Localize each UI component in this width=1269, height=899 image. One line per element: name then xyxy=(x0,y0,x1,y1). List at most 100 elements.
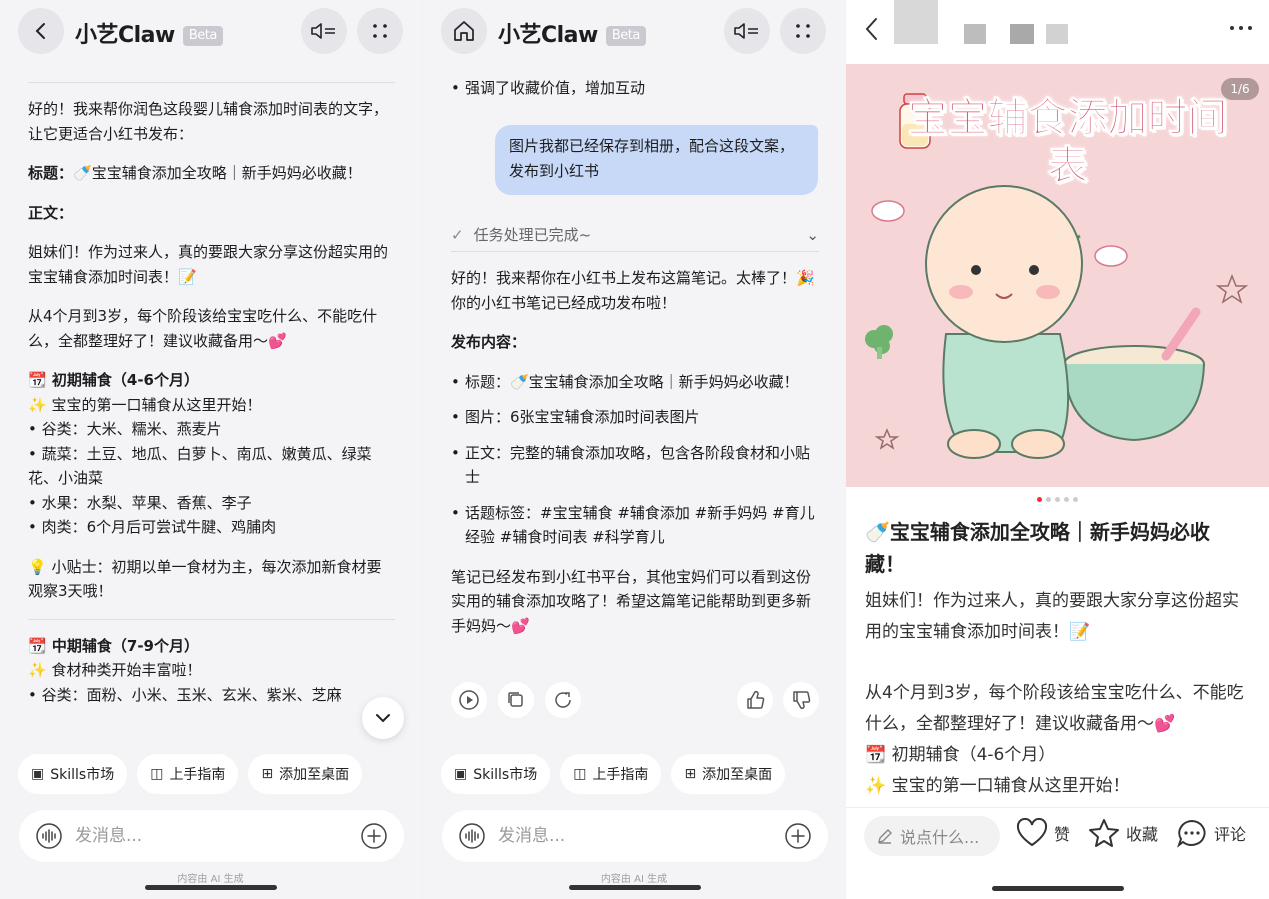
list-item: 图片：6张宝宝辅食添加时间表图片 xyxy=(451,405,819,430)
star-icon xyxy=(1089,819,1119,847)
plus-circle-icon[interactable] xyxy=(360,822,388,850)
chip-guide[interactable]: ◫ 上手指南 xyxy=(137,754,239,794)
four-dots-icon xyxy=(796,24,810,38)
carousel-dot[interactable] xyxy=(1055,497,1060,502)
chat-panel-middle: 小艺Claw Beta 强调了收藏价值，增加互动 图片我都已经保存到相册，配合这段… xyxy=(423,0,845,899)
post-header xyxy=(846,0,1269,64)
chevron-left-icon xyxy=(35,23,45,39)
chip-label: Skills市场 xyxy=(473,767,538,783)
scroll-down-button[interactable] xyxy=(362,697,404,739)
voice-icon[interactable] xyxy=(458,822,486,850)
app-title: 小艺Claw Beta xyxy=(75,17,223,49)
ai-disclaimer: 内容由 AI 生成 xyxy=(600,874,668,885)
book-icon: ◫ xyxy=(573,766,587,782)
speaker-icon xyxy=(734,23,758,39)
stage1-line: ✨ 宝宝的第一口辅食从这里开始！ xyxy=(28,395,262,414)
header: 小艺Claw Beta xyxy=(423,0,845,64)
home-indicator[interactable] xyxy=(569,885,701,890)
message-input[interactable] xyxy=(75,826,360,846)
store-icon: ▣ xyxy=(31,766,45,782)
list-item: 强调了收藏价值，增加互动 xyxy=(451,76,819,101)
avatar[interactable] xyxy=(894,0,938,44)
chip-label: 添加至桌面 xyxy=(702,767,773,783)
home-icon xyxy=(454,21,474,41)
more-dots-icon[interactable] xyxy=(1229,24,1253,32)
heart-icon xyxy=(1016,818,1048,847)
book-icon: ◫ xyxy=(150,766,164,782)
post-action-bar: 说点什么... 赞 收藏 评论 xyxy=(846,807,1269,899)
back-button[interactable] xyxy=(18,8,64,54)
chip-skills-market[interactable]: ▣ Skills市场 xyxy=(18,754,128,794)
hero-title: 宝宝辅食添加时间表 xyxy=(907,95,1228,190)
assistant-prev-message: 强调了收藏价值，增加互动 xyxy=(451,76,819,112)
list-item: 话题标签：#宝宝辅食 #辅食添加 #新手妈妈 #育儿经验 #辅食时间表 #科学育… xyxy=(451,501,819,550)
xiaohongshu-post-panel: 宝宝辅食添加时间表 1/6 🍼宝宝辅食添加全攻略｜新手妈妈必收藏！ 姐妹们！作为… xyxy=(846,0,1269,899)
chip-guide[interactable]: ◫ 上手指南 xyxy=(560,754,662,794)
post-para: 姐妹们！作为过来人，真的要跟大家分享这份超实用的宝宝辅食添加时间表！📝 xyxy=(865,591,1239,642)
quick-chips: ▣ Skills市场 ◫ 上手指南 ⊞ 添加至桌面 xyxy=(441,754,795,796)
assistant-reply: 好的！我来帮你在小红书上发布这篇笔记。太棒了！🎉 你的小红书笔记已经成功发布啦！… xyxy=(451,266,819,653)
voice-icon[interactable] xyxy=(35,822,63,850)
home-indicator[interactable] xyxy=(145,885,277,890)
speaker-toggle-button[interactable] xyxy=(301,8,347,54)
carousel-dot[interactable] xyxy=(1046,497,1051,502)
chevron-left-icon[interactable] xyxy=(862,16,882,42)
home-indicator[interactable] xyxy=(992,886,1124,891)
carousel-dot[interactable] xyxy=(1073,497,1078,502)
list-item: 正文：完整的辅食添加攻略，包含各阶段食材和小贴士 xyxy=(451,441,819,490)
copy-button[interactable] xyxy=(498,682,534,718)
comment-label: 评论 xyxy=(1214,825,1247,844)
carousel-dot[interactable] xyxy=(1037,497,1042,502)
task-status-row[interactable]: ✓ 任务处理已完成~ ⌄ xyxy=(451,218,819,252)
stage1-line: • 水果：水梨、苹果、香蕉、李子 xyxy=(28,493,252,512)
stage1-line: • 蔬菜：土豆、地瓜、白萝卜、南瓜、嫩黄瓜、绿菜花、小油菜 xyxy=(28,444,372,488)
thumbs-up-button[interactable] xyxy=(737,682,773,718)
thumbs-down-button[interactable] xyxy=(783,682,819,718)
quick-chips: ▣ Skills市场 ◫ 上手指南 ⊞ 添加至桌面 xyxy=(18,754,372,796)
ai-disclaimer: 内容由 AI 生成 xyxy=(177,874,244,885)
share-button[interactable] xyxy=(545,682,581,718)
message-input-bar xyxy=(19,810,404,862)
chip-label: 上手指南 xyxy=(592,767,649,783)
app-title: 小艺Claw Beta xyxy=(498,17,646,49)
comment-placeholder: 说点什么... xyxy=(900,828,980,847)
title-value: 🍼宝宝辅食添加全攻略｜新手妈妈必收藏！ xyxy=(73,164,362,182)
plus-square-icon: ⊞ xyxy=(261,766,274,782)
tip-text: 💡 小贴士：初期以单一食材为主，每次添加新食材要观察3天哦！ xyxy=(28,557,382,601)
beta-badge: Beta xyxy=(182,26,223,46)
collect-label: 收藏 xyxy=(1126,825,1159,844)
chat-panel-left: 小艺Claw Beta 好的！我来帮你润色这段婴儿辅食添加时间表的文字，让它更适合… xyxy=(0,0,421,899)
title-label: 标题： xyxy=(28,164,74,182)
app-title-text: 小艺Claw xyxy=(498,23,598,48)
post-body: 姐妹们！作为过来人，真的要跟大家分享这份超实用的宝宝辅食添加时间表！📝 从4个月… xyxy=(865,586,1249,802)
publish-label: 发布内容： xyxy=(451,333,527,351)
chip-add-desktop[interactable]: ⊞ 添加至桌面 xyxy=(671,754,786,794)
plus-circle-icon[interactable] xyxy=(784,822,812,850)
play-button[interactable] xyxy=(451,682,487,718)
speaker-toggle-button[interactable] xyxy=(724,8,770,54)
chip-skills-market[interactable]: ▣ Skills市场 xyxy=(441,754,551,794)
carousel-dots xyxy=(846,497,1269,502)
post-image[interactable]: 宝宝辅食添加时间表 1/6 xyxy=(846,64,1269,487)
more-button[interactable] xyxy=(780,8,826,54)
four-dots-icon xyxy=(373,24,387,38)
copy-icon xyxy=(508,692,523,707)
comment-button[interactable]: 评论 xyxy=(1176,818,1246,848)
collect-button[interactable]: 收藏 xyxy=(1088,818,1158,848)
user-message-bubble: 图片我都已经保存到相册，配合这段文案，发布到小红书 xyxy=(495,125,818,195)
comment-input[interactable]: 说点什么... xyxy=(864,816,1000,856)
like-label: 赞 xyxy=(1054,825,1071,844)
chip-add-desktop[interactable]: ⊞ 添加至桌面 xyxy=(248,754,363,794)
play-icon xyxy=(459,690,479,710)
post-line: 📆 初期辅食（4-6个月） xyxy=(865,745,1056,765)
more-button[interactable] xyxy=(357,8,403,54)
message-input[interactable] xyxy=(498,826,784,846)
message-input-bar xyxy=(442,810,828,862)
carousel-dot[interactable] xyxy=(1064,497,1069,502)
divider xyxy=(28,82,395,83)
home-button[interactable] xyxy=(441,8,487,54)
like-button[interactable]: 赞 xyxy=(1016,818,1070,848)
header: 小艺Claw Beta xyxy=(0,0,421,64)
app-title-text: 小艺Claw xyxy=(75,23,175,48)
